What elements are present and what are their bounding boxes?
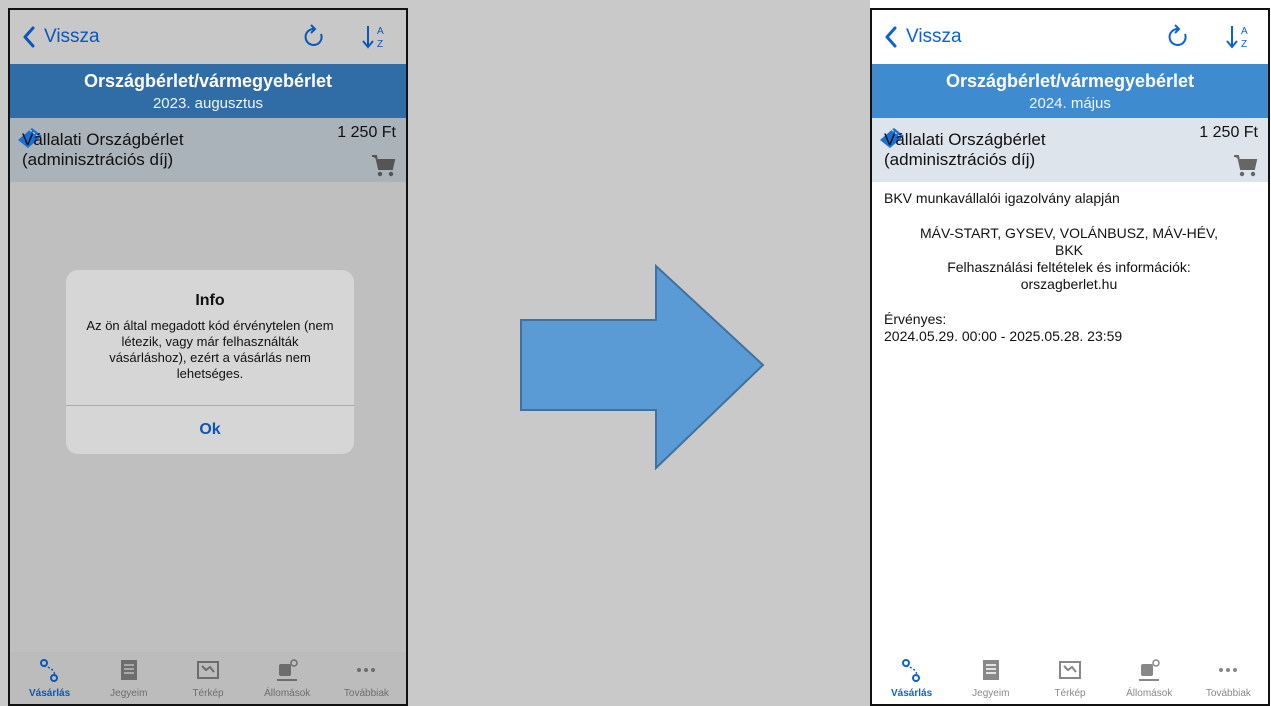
chevron-left-icon [23, 26, 35, 48]
valid-range: 2024.05.29. 00:00 - 2025.05.28. 23:59 [884, 328, 1123, 344]
right-arrow-icon [520, 263, 765, 471]
info-dialog: Info Az ön által megadott kód érvénytele… [66, 270, 354, 454]
ticket-price: 1 250 Ft [337, 124, 396, 141]
navigation-bar: Vissza AZ [10, 10, 406, 64]
ok-button[interactable]: Ok [66, 405, 354, 454]
list-icon [120, 660, 137, 680]
info-site: orszagberlet.hu [1020, 276, 1118, 292]
svg-text:A: A [377, 26, 384, 37]
train-station-icon [1139, 659, 1160, 681]
tab-label: Jegyeim [972, 688, 1010, 699]
map-icon [1059, 661, 1081, 679]
tab-terkep[interactable]: Térkép [1030, 652, 1109, 704]
page-header: Országbérlet/vármegyebérlet 2023. augusz… [10, 64, 406, 118]
ticket-details: BKV munkavállalói igazolvány alapján MÁV… [884, 190, 1254, 345]
ticket-name: Vállalati Országbérlet (adminisztrációs … [884, 130, 1046, 170]
sort-az-icon[interactable]: AZ [360, 22, 388, 52]
cart-icon[interactable] [1232, 152, 1258, 178]
phone-screen-before: Vissza AZ Országbérlet/vármegyebérlet 20… [8, 8, 408, 706]
tab-tovabbiak[interactable]: Továbbiak [1189, 652, 1268, 704]
more-icon [357, 668, 376, 672]
tab-label: Jegyeim [110, 688, 148, 699]
tab-allomasok[interactable]: Állomások [1110, 652, 1189, 704]
map-icon [197, 661, 219, 679]
route-icon [39, 659, 58, 682]
more-icon [1219, 668, 1238, 672]
cart-icon[interactable] [370, 152, 396, 178]
page-title: Országbérlet/vármegyebérlet [945, 71, 1195, 91]
phone-screen-after: Vissza AZ Országbérlet/vármegyebérlet 20… [870, 8, 1270, 706]
svg-text:A: A [1241, 26, 1248, 37]
tab-bar: Vásárlás Jegyeim Térkép Állomások Tovább… [10, 652, 406, 704]
tab-label: Állomások [264, 688, 311, 699]
tab-vasarlas[interactable]: Vásárlás [10, 652, 89, 704]
basis-text: BKV munkavállalói igazolvány alapján [884, 190, 1120, 206]
route-icon [901, 659, 920, 682]
tab-label: Vásárlás [29, 688, 71, 699]
back-button[interactable]: Vissza [884, 26, 962, 48]
tab-label: Továbbiak [343, 688, 389, 699]
tab-label: Állomások [1126, 688, 1173, 699]
refresh-icon[interactable] [301, 24, 327, 50]
page-header: Országbérlet/vármegyebérlet 2024. május [872, 64, 1268, 118]
operators-line2: BKK [1054, 242, 1083, 258]
refresh-icon[interactable] [1165, 24, 1191, 50]
svg-text:Z: Z [1241, 39, 1247, 50]
page-subtitle: 2023. augusztus [152, 95, 264, 112]
ticket-name-line2: (adminisztrációs díj) [884, 150, 1036, 169]
navigation-bar: Vissza AZ [872, 10, 1268, 64]
page-subtitle: 2024. május [1029, 95, 1111, 112]
tab-jegyeim[interactable]: Jegyeim [951, 652, 1030, 704]
ticket-row[interactable]: Vállalati Országbérlet (adminisztrációs … [10, 118, 406, 182]
tab-label: Továbbiak [1205, 688, 1251, 699]
operators-line1: MÁV-START, GYSEV, VOLÁNBUSZ, MÁV-HÉV, [920, 225, 1218, 241]
sort-az-icon[interactable]: AZ [1224, 22, 1252, 52]
ticket-price: 1 250 Ft [1199, 124, 1258, 141]
ticket-name-line1: Vállalati Országbérlet [884, 130, 1046, 149]
back-label: Vissza [906, 26, 962, 47]
tab-tovabbiak[interactable]: Továbbiak [327, 652, 406, 704]
train-station-icon [277, 659, 298, 681]
ticket-name-line1: Vállalati Országbérlet [22, 130, 184, 149]
back-label: Vissza [44, 26, 100, 47]
tab-allomasok[interactable]: Állomások [248, 652, 327, 704]
tab-bar: Vásárlás Jegyeim Térkép Állomások Tovább… [872, 652, 1268, 704]
tab-terkep[interactable]: Térkép [168, 652, 247, 704]
ticket-name: Vállalati Országbérlet (adminisztrációs … [22, 130, 184, 170]
ticket-name-line2: (adminisztrációs díj) [22, 150, 174, 169]
back-button[interactable]: Vissza [22, 26, 100, 48]
tab-label: Térkép [1054, 688, 1086, 699]
list-icon [982, 660, 999, 680]
valid-label: Érvényes: [884, 311, 947, 327]
chevron-left-icon [885, 26, 897, 48]
svg-text:Z: Z [377, 39, 383, 50]
tab-vasarlas[interactable]: Vásárlás [872, 652, 951, 704]
ticket-row[interactable]: Vállalati Országbérlet (adminisztrációs … [872, 118, 1268, 182]
tab-label: Térkép [192, 688, 224, 699]
info-label: Felhasználási feltételek és információk: [947, 259, 1191, 275]
dialog-message: Az ön által megadott kód érvénytelen (ne… [86, 318, 334, 381]
dialog-title: Info [195, 292, 225, 309]
tab-jegyeim[interactable]: Jegyeim [89, 652, 168, 704]
tab-label: Vásárlás [891, 688, 933, 699]
page-title: Országbérlet/vármegyebérlet [83, 71, 333, 91]
